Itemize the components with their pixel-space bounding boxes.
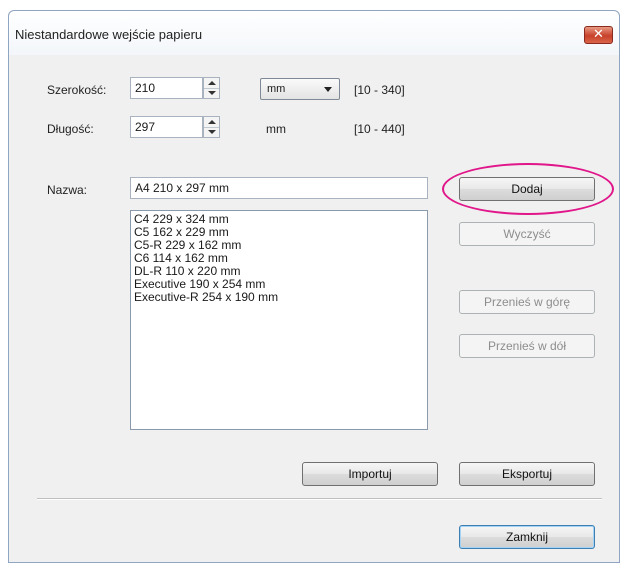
dialog-window: Niestandardowe wejście papieru ✕ Szeroko… [8, 10, 620, 563]
list-item[interactable]: Executive-R 254 x 190 mm [134, 291, 424, 304]
close-icon: ✕ [593, 27, 604, 42]
arrow-down-icon [207, 91, 216, 95]
width-input[interactable]: 210 [130, 77, 203, 99]
width-spinner[interactable] [203, 77, 220, 99]
arrow-up-icon [207, 81, 216, 85]
title-bar: Niestandardowe wejście papieru ✕ [9, 11, 619, 55]
length-range: [10 - 440] [354, 122, 405, 136]
dialog-title: Niestandardowe wejście papieru [15, 27, 203, 42]
clear-button[interactable]: Wyczyść [459, 222, 595, 246]
move-up-button[interactable]: Przenieś w górę [459, 290, 595, 314]
unit-dropdown-value: mm [267, 83, 286, 95]
length-spinner[interactable] [203, 116, 220, 138]
length-decrement-button[interactable] [204, 127, 219, 137]
name-label: Nazwa: [47, 183, 88, 197]
close-button[interactable]: Zamknij [459, 525, 595, 549]
name-input[interactable]: A4 210 x 297 mm [130, 177, 428, 199]
arrow-down-icon [207, 130, 216, 134]
separator [37, 498, 602, 500]
move-down-button[interactable]: Przenieś w dół [459, 334, 595, 358]
paper-size-list[interactable]: C4 229 x 324 mm C5 162 x 229 mm C5-R 229… [130, 210, 428, 430]
length-unit: mm [266, 122, 286, 136]
width-decrement-button[interactable] [204, 88, 219, 98]
close-window-button[interactable]: ✕ [584, 26, 613, 44]
export-button[interactable]: Eksportuj [459, 462, 595, 486]
length-label: Długość: [47, 122, 94, 136]
width-label: Szerokość: [47, 83, 107, 97]
add-button[interactable]: Dodaj [459, 177, 595, 201]
import-button[interactable]: Importuj [302, 462, 438, 486]
length-input[interactable]: 297 [130, 116, 203, 138]
unit-dropdown[interactable]: mm [260, 78, 340, 100]
chevron-down-icon [324, 87, 332, 92]
arrow-up-icon [207, 120, 216, 124]
width-range: [10 - 340] [354, 83, 405, 97]
